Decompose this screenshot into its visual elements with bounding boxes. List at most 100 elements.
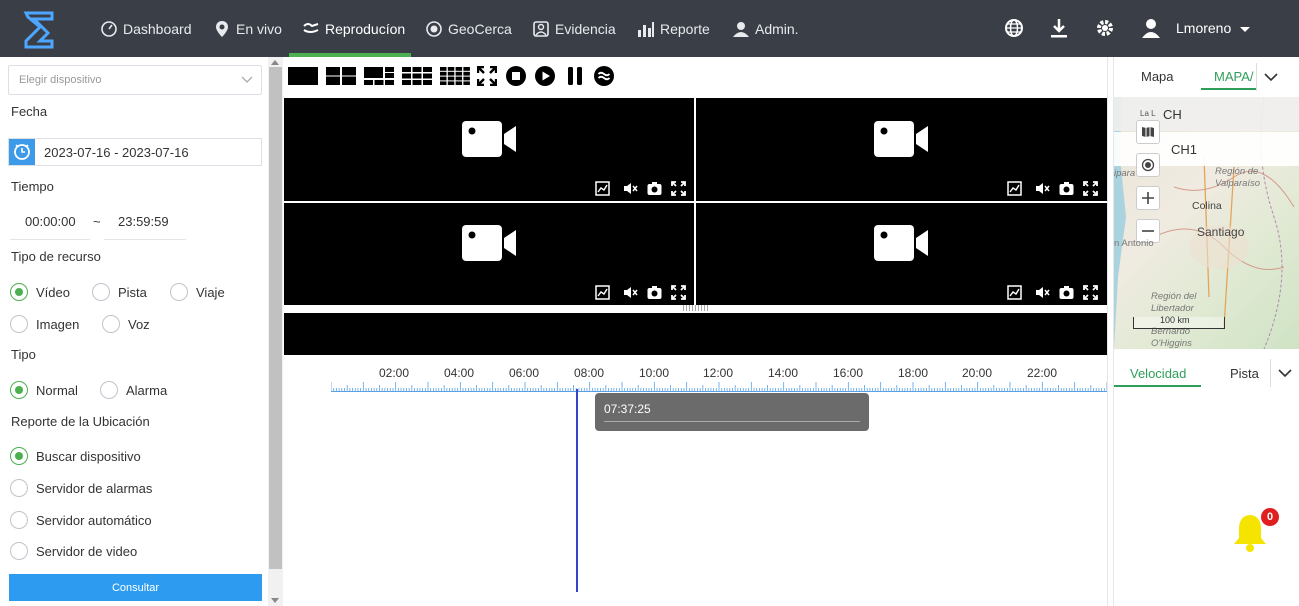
- nav-geocerca[interactable]: GeoCerca: [425, 0, 512, 57]
- resize-handle[interactable]: [683, 305, 709, 311]
- nav-label: Reproducíon: [325, 20, 406, 37]
- radio-label: Servidor de alarmas: [36, 480, 153, 496]
- video-tile-4[interactable]: [696, 203, 1107, 305]
- radio-label: Viaje: [196, 284, 225, 300]
- time-end-input[interactable]: 23:59:59: [118, 214, 169, 229]
- layout-16-icon[interactable]: [440, 66, 470, 86]
- camera-icon[interactable]: [647, 285, 662, 300]
- mute-icon[interactable]: [1035, 285, 1050, 300]
- nav-en-vivo[interactable]: En vivo: [213, 0, 282, 57]
- timeline-ruler[interactable]: [331, 382, 1107, 392]
- fullscreen-icon[interactable]: [477, 66, 497, 86]
- date-range-picker[interactable]: 2023-07-16 - 2023-07-16: [8, 138, 262, 166]
- map-layers-button[interactable]: [1136, 120, 1160, 144]
- nav-label: Dashboard: [123, 20, 192, 37]
- radio-alarma[interactable]: Alarma: [100, 381, 167, 399]
- expand-icon[interactable]: [671, 181, 686, 196]
- left-scrollbar[interactable]: [268, 57, 283, 606]
- clock-icon: [9, 139, 35, 165]
- locate-icon: [1141, 158, 1155, 172]
- pause-icon[interactable]: [565, 66, 585, 86]
- hour-label: 08:00: [573, 366, 605, 380]
- map-view[interactable]: La L CH CH1 ipara Región de Valparaíso C…: [1114, 97, 1299, 349]
- radio-servidor-automatico[interactable]: Servidor automático: [10, 511, 152, 529]
- tab-mapa[interactable]: Mapa: [1141, 69, 1174, 84]
- expand-icon[interactable]: [1083, 181, 1098, 196]
- chevron-down-icon[interactable]: [1238, 22, 1252, 36]
- top-nav-bar: Dashboard En vivo Reproducíon GeoCerca E…: [0, 0, 1299, 57]
- map-label-san-antonio: n Antonio: [1114, 238, 1154, 249]
- hour-label: 04:00: [443, 366, 475, 380]
- video-camera-icon: [874, 121, 928, 157]
- radio-video[interactable]: Vídeo: [10, 283, 70, 301]
- speed-icon[interactable]: [594, 66, 614, 86]
- tab-velocidad[interactable]: Velocidad: [1130, 366, 1186, 381]
- radio-servidor-alarmas[interactable]: Servidor de alarmas: [10, 479, 152, 497]
- map-locate-button[interactable]: [1136, 153, 1160, 177]
- radio-voz[interactable]: Voz: [102, 315, 150, 333]
- radio-pista[interactable]: Pista: [92, 283, 147, 301]
- hour-label: 16:00: [832, 366, 864, 380]
- scroll-thumb[interactable]: [269, 67, 282, 569]
- globe-icon[interactable]: [1003, 17, 1025, 39]
- radio-servidor-video[interactable]: Servidor de video: [10, 542, 137, 560]
- camera-icon[interactable]: [1059, 181, 1074, 196]
- mute-icon[interactable]: [623, 285, 638, 300]
- download-icon[interactable]: [1048, 17, 1070, 39]
- snapshot-frame-icon[interactable]: [1007, 181, 1022, 196]
- layout-4-icon[interactable]: [326, 66, 356, 86]
- map-scale-label: 100 km: [1160, 315, 1190, 325]
- map-zoom-in-button[interactable]: [1136, 186, 1160, 210]
- nav-admin[interactable]: Admin.: [732, 0, 799, 57]
- map-scale-bar: 100 km: [1133, 315, 1225, 329]
- radio-viaje[interactable]: Viaje: [170, 283, 225, 301]
- timeline-cursor[interactable]: [576, 389, 578, 592]
- chevron-down-icon: [1264, 73, 1278, 82]
- map-book-icon: [1142, 127, 1154, 137]
- radio-buscar-dispositivo[interactable]: Buscar dispositivo: [10, 447, 141, 465]
- gear-icon[interactable]: [1094, 17, 1116, 39]
- video-tile-2[interactable]: [696, 98, 1107, 201]
- progress-track[interactable]: [284, 313, 1107, 355]
- map-tab-dropdown[interactable]: [1256, 63, 1284, 91]
- nav-reproducion[interactable]: Reproducíon: [302, 0, 405, 57]
- consultar-button[interactable]: Consultar: [9, 574, 262, 601]
- snapshot-frame-icon[interactable]: [1007, 285, 1022, 300]
- map-label-ipara: ipara: [1114, 168, 1136, 179]
- device-select[interactable]: Elegir dispositivo: [8, 65, 262, 95]
- radio-label: Servidor automático: [36, 512, 152, 528]
- nav-reporte[interactable]: Reporte: [637, 0, 710, 57]
- layout-1-icon[interactable]: [288, 66, 318, 86]
- scroll-up-icon[interactable]: [271, 60, 279, 65]
- time-start-input[interactable]: 00:00:00: [25, 214, 76, 229]
- camera-icon[interactable]: [647, 181, 662, 196]
- ch1-label: CH1: [1171, 142, 1198, 157]
- playback-icon: [303, 22, 319, 33]
- mute-icon[interactable]: [1035, 181, 1050, 196]
- tab-pista[interactable]: Pista: [1230, 366, 1259, 381]
- expand-icon[interactable]: [1083, 285, 1098, 300]
- snapshot-frame-icon[interactable]: [595, 285, 610, 300]
- user-name[interactable]: Lmoreno: [1176, 20, 1231, 36]
- stop-icon[interactable]: [506, 66, 526, 86]
- video-tile-3[interactable]: [284, 203, 694, 305]
- layout-6-icon[interactable]: [364, 66, 394, 86]
- mute-icon[interactable]: [623, 181, 638, 196]
- layout-9-icon[interactable]: [402, 66, 432, 86]
- nav-evidencia[interactable]: Evidencia: [532, 0, 616, 57]
- radio-label: Servidor de video: [36, 543, 138, 559]
- tab-mapa2[interactable]: MAPA/: [1214, 69, 1254, 84]
- bar-chart-icon: [638, 21, 654, 37]
- date-range-value: 2023-07-16 - 2023-07-16: [44, 145, 189, 160]
- scroll-down-icon[interactable]: [271, 598, 279, 603]
- camera-icon[interactable]: [1059, 285, 1074, 300]
- play-icon[interactable]: [535, 66, 555, 86]
- video-tile-1[interactable]: [284, 98, 694, 201]
- radio-imagen[interactable]: Imagen: [10, 315, 79, 333]
- expand-icon[interactable]: [671, 285, 686, 300]
- snapshot-frame-icon[interactable]: [595, 181, 610, 196]
- radio-normal[interactable]: Normal: [10, 381, 78, 399]
- nav-dashboard[interactable]: Dashboard: [100, 0, 192, 57]
- chevron-down-icon: [1278, 369, 1292, 378]
- bottom-tab-dropdown[interactable]: [1270, 359, 1298, 387]
